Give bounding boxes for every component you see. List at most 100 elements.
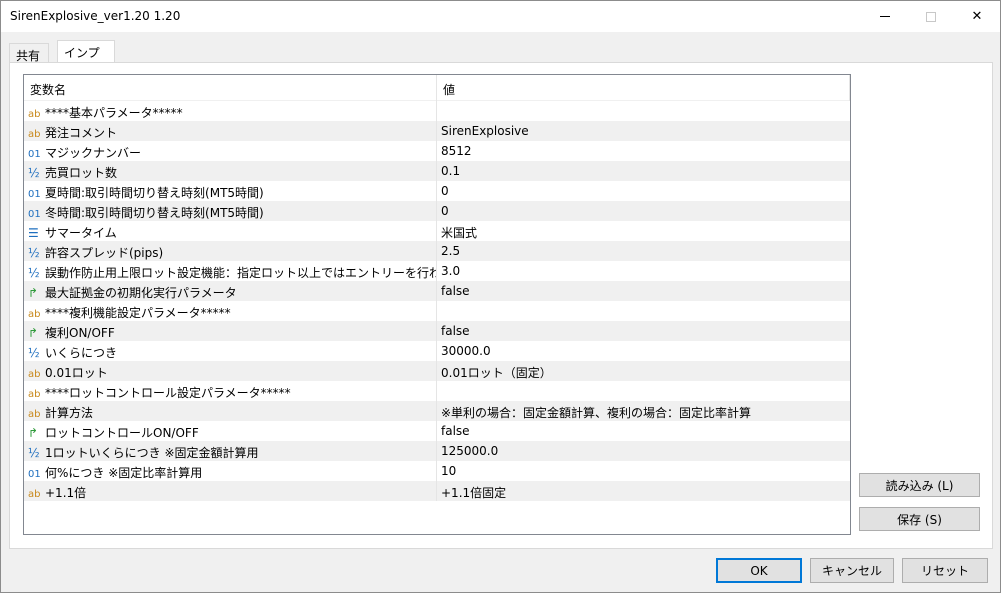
param-name-cell: ab +1.1倍 xyxy=(24,481,437,501)
param-name: ****複利機能設定パラメータ***** xyxy=(45,306,231,320)
param-value-cell[interactable]: 125000.0 xyxy=(437,441,850,461)
column-header-name[interactable]: 変数名 xyxy=(24,75,437,101)
param-name: ****ロットコントロール設定パラメータ***** xyxy=(45,386,291,400)
param-value-cell[interactable]: 2.5 xyxy=(437,241,850,261)
table-row[interactable]: ↱ 最大証拠金の初期化実行パラメータ false xyxy=(24,281,850,301)
param-name-cell: ↱ ロットコントロールON/OFF xyxy=(24,421,437,441)
tab-common[interactable]: 共有 xyxy=(9,43,49,63)
table-row[interactable]: 01 冬時間:取引時間切り替え時刻(MT5時間) 0 xyxy=(24,201,850,221)
param-name: 売買ロット数 xyxy=(45,166,118,180)
table-row[interactable]: ↱ 複利ON/OFF false xyxy=(24,321,850,341)
param-name: 何%につき ※固定比率計算用 xyxy=(45,466,203,480)
dialog-window: SirenExplosive_ver1.20 1.20 ✕ 共有 インプット 変… xyxy=(0,0,1001,593)
param-value-cell[interactable]: SirenExplosive xyxy=(437,121,850,141)
param-value-cell[interactable] xyxy=(437,381,850,401)
table-row[interactable]: ½ いくらにつき 30000.0 xyxy=(24,341,850,361)
load-button[interactable]: 読み込み (L) xyxy=(859,473,980,497)
param-name-cell: ½ 誤動作防止用上限ロット設定機能：指定ロット以上ではエントリーを行わない。 xyxy=(24,261,437,281)
double-type-icon: ½ xyxy=(28,446,40,460)
grid-header: 変数名 値 xyxy=(24,75,850,101)
string-type-icon: ab xyxy=(28,369,41,380)
parameter-grid: 変数名 値 ab ****基本パラメータ***** ab 発注コメント SirenExp… xyxy=(23,74,851,535)
param-name: ロットコントロールON/OFF xyxy=(45,426,199,440)
double-type-icon: ½ xyxy=(28,166,40,180)
save-button[interactable]: 保存 (S) xyxy=(859,507,980,531)
table-row[interactable]: ab +1.1倍 +1.1倍固定 xyxy=(24,481,850,501)
param-value-cell[interactable]: 0 xyxy=(437,181,850,201)
table-row[interactable]: 01 夏時間:取引時間切り替え時刻(MT5時間) 0 xyxy=(24,181,850,201)
minimize-button[interactable] xyxy=(862,1,908,32)
string-type-icon: ab xyxy=(28,409,41,420)
param-name-cell: 01 マジックナンバー xyxy=(24,141,437,161)
table-row[interactable]: ab ****基本パラメータ***** xyxy=(24,101,850,121)
param-value-cell[interactable]: ※単利の場合：固定金額計算、複利の場合：固定比率計算 xyxy=(437,401,850,421)
table-row[interactable]: ½ 売買ロット数 0.1 xyxy=(24,161,850,181)
enum-type-icon: ☰ xyxy=(28,226,39,240)
param-name-cell: ab ****基本パラメータ***** xyxy=(24,101,437,121)
cancel-button[interactable]: キャンセル xyxy=(810,558,894,583)
maximize-button xyxy=(908,1,954,32)
table-row[interactable]: ½ 許容スプレッド(pips) 2.5 xyxy=(24,241,850,261)
bool-type-icon: ↱ xyxy=(28,326,39,340)
param-name-cell: ↱ 複利ON/OFF xyxy=(24,321,437,341)
param-name: 発注コメント xyxy=(45,126,118,140)
table-row[interactable]: ab 0.01ロット 0.01ロット（固定） xyxy=(24,361,850,381)
param-value-cell[interactable]: 米国式 xyxy=(437,221,850,241)
param-value-cell[interactable] xyxy=(437,301,850,321)
param-value-cell[interactable]: 0 xyxy=(437,201,850,221)
param-name-cell: ½ いくらにつき xyxy=(24,341,437,361)
param-value-cell[interactable]: 0.1 xyxy=(437,161,850,181)
param-value-cell[interactable]: false xyxy=(437,421,850,441)
close-button[interactable]: ✕ xyxy=(954,1,1000,32)
param-name-cell: ½ 許容スプレッド(pips) xyxy=(24,241,437,261)
param-value-cell[interactable]: +1.1倍固定 xyxy=(437,481,850,501)
param-name-cell: 01 何%につき ※固定比率計算用 xyxy=(24,461,437,481)
table-row[interactable]: 01 何%につき ※固定比率計算用 10 xyxy=(24,461,850,481)
param-value-cell[interactable]: false xyxy=(437,321,850,341)
param-name-cell: 01 冬時間:取引時間切り替え時刻(MT5時間) xyxy=(24,201,437,221)
table-row[interactable]: ☰ サマータイム 米国式 xyxy=(24,221,850,241)
string-type-icon: ab xyxy=(28,489,41,500)
maximize-icon xyxy=(926,11,936,22)
table-row[interactable]: ↱ ロットコントロールON/OFF false xyxy=(24,421,850,441)
param-name: 0.01ロット xyxy=(45,366,108,380)
double-type-icon: ½ xyxy=(28,266,40,280)
table-row[interactable]: ½ 1ロットいくらにつき ※固定金額計算用 125000.0 xyxy=(24,441,850,461)
param-name: 許容スプレッド(pips) xyxy=(45,246,164,260)
table-row[interactable]: ab ****ロットコントロール設定パラメータ***** xyxy=(24,381,850,401)
param-name: マジックナンバー xyxy=(45,146,142,160)
param-value-cell[interactable]: 8512 xyxy=(437,141,850,161)
param-name: 複利ON/OFF xyxy=(45,326,115,340)
param-value-cell[interactable] xyxy=(437,101,850,121)
string-type-icon: ab xyxy=(28,309,41,320)
param-value-cell[interactable]: 3.0 xyxy=(437,261,850,281)
ok-button[interactable]: OK xyxy=(716,558,802,583)
bool-type-icon: ↱ xyxy=(28,286,39,300)
param-value-cell[interactable]: 0.01ロット（固定） xyxy=(437,361,850,381)
title-bar: SirenExplosive_ver1.20 1.20 ✕ xyxy=(1,1,1000,32)
param-value-cell[interactable]: 30000.0 xyxy=(437,341,850,361)
table-row[interactable]: ½ 誤動作防止用上限ロット設定機能：指定ロット以上ではエントリーを行わない。 3.0 xyxy=(24,261,850,281)
table-row[interactable]: ab 発注コメント SirenExplosive xyxy=(24,121,850,141)
param-name-cell: 01 夏時間:取引時間切り替え時刻(MT5時間) xyxy=(24,181,437,201)
reset-button[interactable]: リセット xyxy=(902,558,988,583)
param-name: +1.1倍 xyxy=(45,486,87,500)
table-row[interactable]: 01 マジックナンバー 8512 xyxy=(24,141,850,161)
param-name-cell: ½ 売買ロット数 xyxy=(24,161,437,181)
param-value-cell[interactable]: false xyxy=(437,281,850,301)
param-name: 誤動作防止用上限ロット設定機能：指定ロット以上ではエントリーを行わない。 xyxy=(45,266,437,280)
param-name: ****基本パラメータ***** xyxy=(45,106,183,120)
column-header-value[interactable]: 値 xyxy=(437,75,850,101)
bool-type-icon: ↱ xyxy=(28,426,39,440)
param-name-cell: ½ 1ロットいくらにつき ※固定金額計算用 xyxy=(24,441,437,461)
string-type-icon: ab xyxy=(28,129,41,140)
param-name: 計算方法 xyxy=(45,406,94,420)
param-name-cell: ab 計算方法 xyxy=(24,401,437,421)
table-row[interactable]: ab ****複利機能設定パラメータ***** xyxy=(24,301,850,321)
integer-type-icon: 01 xyxy=(28,189,41,200)
param-value-cell[interactable]: 10 xyxy=(437,461,850,481)
tab-input[interactable]: インプット xyxy=(57,40,115,77)
tab-panel: 変数名 値 ab ****基本パラメータ***** ab 発注コメント SirenExp… xyxy=(9,62,993,549)
param-name: 冬時間:取引時間切り替え時刻(MT5時間) xyxy=(45,206,264,220)
table-row[interactable]: ab 計算方法 ※単利の場合：固定金額計算、複利の場合：固定比率計算 xyxy=(24,401,850,421)
